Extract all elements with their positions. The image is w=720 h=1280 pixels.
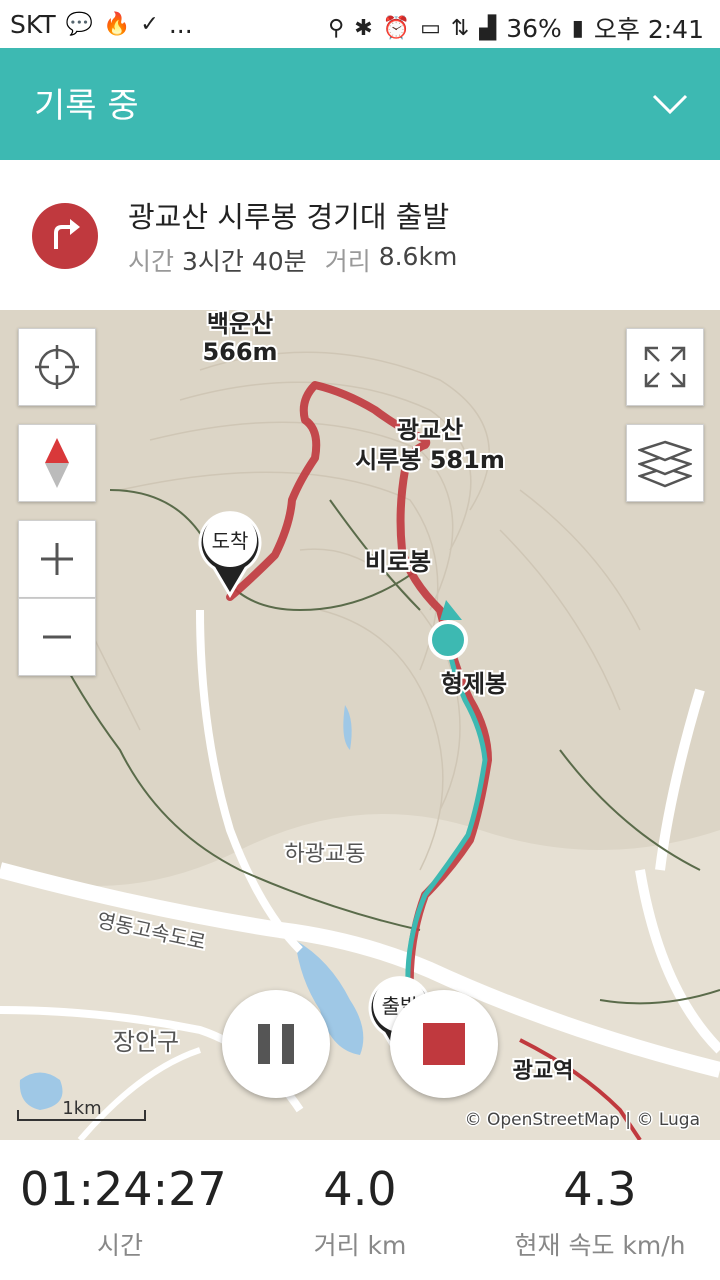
pause-icon: [258, 1024, 294, 1064]
alarm-icon: ⏰: [382, 15, 411, 41]
route-distance-value: 8.6km: [378, 242, 458, 271]
label-gwanggyo-station: 광교역: [513, 1059, 574, 1084]
minus-icon: [43, 635, 71, 639]
elapsed-value: 01:24:27: [20, 1162, 227, 1216]
stat-elapsed: 01:24:27 시간: [20, 1162, 227, 1262]
fullscreen-button[interactable]: [626, 328, 704, 406]
label-baegunsan: 백운산: [207, 310, 273, 338]
crosshair-icon: [35, 345, 79, 389]
label-baegunsan-elev: 566m: [202, 338, 277, 366]
route-distance-label: 거리: [324, 247, 371, 276]
current-location-icon: [428, 620, 468, 660]
bluetooth-icon: ✱: [354, 15, 373, 41]
plus-icon: [41, 543, 73, 575]
stat-distance: 4.0 거리 km: [260, 1162, 460, 1262]
carrier-label: SKT: [10, 10, 56, 39]
route-info[interactable]: 광교산 시루봉 경기대 출발 시간 3시간 40분 거리 8.6km: [0, 160, 720, 310]
zoom-out-button[interactable]: [18, 598, 96, 676]
compass-button[interactable]: [18, 424, 96, 502]
elapsed-label: 시간: [96, 1231, 143, 1260]
battery-percent: 36%: [506, 13, 562, 43]
route-meta: 시간 3시간 40분 거리 8.6km: [128, 242, 457, 278]
battery-icon: ▮: [571, 15, 584, 41]
distance-value: 4.0: [323, 1162, 397, 1216]
scale-label: 1km: [62, 1098, 101, 1119]
label-janganu: 장안구: [113, 1028, 179, 1056]
finish-marker-label: 도착: [212, 529, 249, 553]
label-hagwanggyo: 하광교동: [285, 842, 366, 867]
recording-header: 기록 중: [0, 48, 720, 160]
signal-icon: ▟: [479, 15, 497, 41]
pause-button[interactable]: [222, 990, 330, 1098]
chevron-down-icon[interactable]: [650, 84, 690, 124]
location-icon: ⚲: [328, 15, 345, 41]
map-attribution: © OpenStreetMap | © Luga: [465, 1110, 700, 1130]
stop-button[interactable]: [390, 990, 498, 1098]
zoom-in-button[interactable]: [18, 520, 96, 598]
label-birobong: 비로봉: [365, 548, 431, 576]
expand-icon: [644, 346, 686, 388]
layers-button[interactable]: [626, 424, 704, 502]
map-view[interactable]: 백운산 566m 광교산 시루봉 581m 비로봉 형제봉 하광교동 영동고속도…: [0, 310, 720, 1140]
vibrate-icon: ✓: [140, 12, 159, 37]
route-time-value: 3시간 40분: [182, 247, 307, 276]
label-hyeongjebong: 형제봉: [441, 670, 507, 698]
more-notifications: ...: [168, 10, 193, 39]
hd-voice-icon: ▭: [420, 15, 441, 41]
clock: 오후 2:41: [593, 15, 704, 44]
compass-icon: [45, 438, 69, 488]
kakaotalk-icon: 💬: [65, 12, 93, 37]
distance-label: 거리 km: [313, 1231, 407, 1260]
flame-icon: 🔥: [103, 12, 131, 37]
turn-right-icon: [32, 203, 98, 269]
speed-label: 현재 속도 km/h: [514, 1231, 686, 1260]
status-bar: SKT 💬 🔥 ✓ ... ⚲ ✱ ⏰ ▭ ⇅ ▟ 36% ▮ 오후 2:41: [0, 0, 720, 48]
stats-panel: 01:24:27 시간 4.0 거리 km 4.3 현재 속도 km/h: [0, 1140, 720, 1280]
route-title: 광교산 시루봉 경기대 출발: [128, 200, 450, 234]
stat-speed: 4.3 현재 속도 km/h: [490, 1162, 710, 1262]
layers-icon: [638, 440, 692, 488]
map-canvas: 백운산 566m 광교산 시루봉 581m 비로봉 형제봉 하광교동 영동고속도…: [0, 310, 720, 1140]
label-gwanggyosan: 광교산: [397, 416, 463, 444]
header-title: 기록 중: [34, 86, 139, 126]
lte-icon: ⇅: [450, 15, 470, 41]
locate-button[interactable]: [18, 328, 96, 406]
route-time-label: 시간: [128, 247, 175, 276]
label-sirubong: 시루봉 581m: [355, 446, 505, 474]
stop-icon: [423, 1023, 465, 1065]
speed-value: 4.3: [563, 1162, 637, 1216]
